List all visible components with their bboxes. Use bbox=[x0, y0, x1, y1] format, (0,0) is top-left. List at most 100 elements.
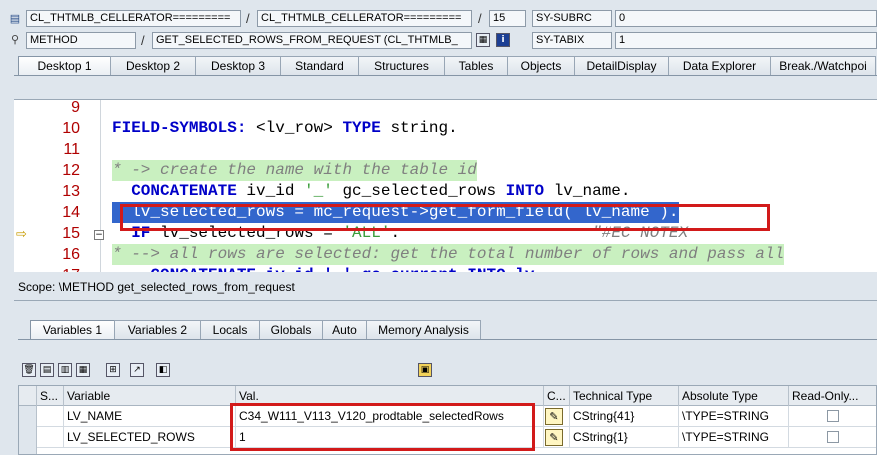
code-line[interactable]: 13 CONCATENATE iv_id '_' gc_selected_row… bbox=[14, 181, 877, 202]
separator: / bbox=[141, 33, 145, 48]
code-token: CONCATENATE iv_id '_' gc_current INTO lv bbox=[112, 266, 534, 272]
tab-data-explorer[interactable]: Data Explorer bbox=[668, 56, 771, 76]
tab-auto[interactable]: Auto bbox=[322, 320, 367, 340]
change-cell: ✎ bbox=[544, 427, 570, 448]
tab-tables[interactable]: Tables bbox=[444, 56, 508, 76]
line-number: 14 bbox=[62, 204, 80, 221]
column-header-technical-type[interactable]: Technical Type bbox=[570, 386, 679, 406]
include-name-field[interactable]: CL_THTMLB_CELLERATOR========= bbox=[257, 10, 472, 27]
edit-pencil-icon[interactable]: ✎ bbox=[545, 429, 563, 446]
line-number: 16 bbox=[62, 246, 80, 263]
read-only-cell bbox=[789, 406, 876, 427]
sysvar-value-field[interactable]: 0 bbox=[615, 10, 877, 27]
tab-desktop-1[interactable]: Desktop 1 bbox=[18, 56, 111, 76]
tab-variables-2[interactable]: Variables 2 bbox=[114, 320, 201, 340]
save-variant-icon[interactable]: ▥ bbox=[58, 363, 72, 377]
variable-name-cell[interactable]: LV_NAME bbox=[64, 406, 236, 427]
event-type-field[interactable]: METHOD bbox=[26, 32, 136, 49]
code-line[interactable]: 12 * -> create the name with the table id bbox=[14, 160, 877, 181]
load-variant-icon[interactable]: ▦ bbox=[76, 363, 90, 377]
row-selector[interactable] bbox=[19, 427, 37, 448]
code-line[interactable]: 9 bbox=[14, 100, 877, 118]
code-token: CONCATENATE bbox=[112, 182, 247, 200]
code-line[interactable]: 10 FIELD-SYMBOLS: <lv_row> TYPE string. bbox=[14, 118, 877, 139]
read-only-checkbox[interactable] bbox=[827, 410, 839, 422]
code-text: * -> create the name with the table id bbox=[112, 160, 477, 181]
technical-type-cell: CString{1} bbox=[570, 427, 679, 448]
tab-content-divider bbox=[14, 75, 877, 76]
line-number: 12 bbox=[62, 162, 80, 179]
save-icon[interactable]: ▣ bbox=[418, 363, 432, 377]
sysvar-name-field[interactable]: SY-TABIX bbox=[532, 32, 612, 49]
column-header-selector[interactable] bbox=[19, 386, 37, 406]
code-token: * --> all rows are selected: get the tot… bbox=[112, 245, 785, 263]
navigate-icon[interactable]: ↗ bbox=[130, 363, 144, 377]
tab-standard[interactable]: Standard bbox=[280, 56, 359, 76]
code-line[interactable]: 11 bbox=[14, 139, 877, 160]
tab-locals[interactable]: Locals bbox=[200, 320, 260, 340]
tab-detail-display[interactable]: DetailDisplay bbox=[574, 56, 669, 76]
variables-tab-bar: Variables 1 Variables 2 Locals Globals A… bbox=[30, 320, 481, 340]
code-text: CONCATENATE iv_id '_' gc_current INTO lv bbox=[112, 265, 534, 272]
column-header-absolute-type[interactable]: Absolute Type bbox=[679, 386, 789, 406]
panel-divider bbox=[14, 300, 877, 301]
collapse-block-icon[interactable]: − bbox=[94, 230, 104, 240]
status-cell bbox=[37, 427, 64, 448]
sysvar-name-field[interactable]: SY-SUBRC bbox=[532, 10, 612, 27]
edit-pencil-icon[interactable]: ✎ bbox=[545, 408, 563, 425]
technical-type-cell: CString{41} bbox=[570, 406, 679, 427]
highlight-annotation-box bbox=[120, 204, 770, 231]
tree-icon[interactable]: ⊞ bbox=[106, 363, 120, 377]
tab-memory-analysis[interactable]: Memory Analysis bbox=[366, 320, 481, 340]
tab-structures[interactable]: Structures bbox=[358, 56, 445, 76]
column-header-change[interactable]: C... bbox=[544, 386, 570, 406]
sysvar-value-field[interactable]: 1 bbox=[615, 32, 877, 49]
line-number: 11 bbox=[63, 141, 80, 158]
gutter-separator bbox=[100, 100, 101, 272]
line-number: 13 bbox=[62, 183, 80, 200]
separator: / bbox=[246, 11, 250, 26]
current-line-arrow-icon: ⇨ bbox=[16, 227, 27, 242]
code-text: FIELD-SYMBOLS: <lv_row> TYPE string. bbox=[112, 118, 458, 139]
code-token: * -> create the name with the table id bbox=[112, 161, 477, 179]
tab-desktop-2[interactable]: Desktop 2 bbox=[110, 56, 196, 76]
tab-globals[interactable]: Globals bbox=[259, 320, 323, 340]
delete-icon[interactable]: 🗑 bbox=[22, 363, 36, 377]
layout-icon[interactable]: ◧ bbox=[156, 363, 170, 377]
absolute-type-cell: \TYPE=STRING bbox=[679, 406, 789, 427]
code-token: <lv_row> bbox=[256, 119, 333, 137]
info-icon[interactable]: i bbox=[496, 33, 510, 47]
code-token: INTO bbox=[505, 182, 554, 200]
column-header-status[interactable]: S... bbox=[37, 386, 64, 406]
row-selector[interactable] bbox=[19, 406, 37, 427]
source-icon[interactable]: ▦ bbox=[476, 33, 490, 47]
code-token: lv_name. bbox=[553, 182, 631, 200]
insert-row-icon[interactable]: ▤ bbox=[40, 363, 54, 377]
tab-breakpoints[interactable]: Break./Watchpoi bbox=[770, 56, 876, 76]
tab-variables-1[interactable]: Variables 1 bbox=[30, 320, 115, 340]
read-only-checkbox[interactable] bbox=[827, 431, 839, 443]
source-code-editor[interactable]: 9 10 FIELD-SYMBOLS: <lv_row> TYPE string. 1… bbox=[14, 99, 877, 272]
method-icon: ⚲ bbox=[10, 34, 20, 46]
line-number: 10 bbox=[62, 120, 80, 137]
column-header-variable[interactable]: Variable bbox=[64, 386, 236, 406]
code-line[interactable]: 17 CONCATENATE iv_id '_' gc_current INTO… bbox=[14, 265, 877, 272]
line-number-field[interactable]: 15 bbox=[489, 10, 526, 27]
code-token: string bbox=[390, 119, 449, 137]
method-name-field[interactable]: GET_SELECTED_ROWS_FROM_REQUEST (CL_THTML… bbox=[152, 32, 472, 49]
status-cell bbox=[37, 406, 64, 427]
code-line[interactable]: 16 * --> all rows are selected: get the t… bbox=[14, 244, 877, 265]
code-text: CONCATENATE iv_id '_' gc_selected_rows I… bbox=[112, 181, 631, 202]
class-name-field[interactable]: CL_THTMLB_CELLERATOR========= bbox=[26, 10, 241, 27]
code-token: iv_id bbox=[246, 182, 305, 200]
code-token: . bbox=[448, 119, 458, 137]
column-header-read-only[interactable]: Read-Only... bbox=[789, 386, 876, 406]
row-selector[interactable] bbox=[19, 448, 37, 454]
code-token: gc_selected_rows bbox=[332, 182, 506, 200]
tab-desktop-3[interactable]: Desktop 3 bbox=[195, 56, 281, 76]
separator: / bbox=[478, 11, 482, 26]
variables-tab-divider bbox=[18, 339, 877, 340]
line-number: 17 bbox=[36, 265, 80, 272]
tab-objects[interactable]: Objects bbox=[507, 56, 575, 76]
variable-name-cell[interactable]: LV_SELECTED_ROWS bbox=[64, 427, 236, 448]
